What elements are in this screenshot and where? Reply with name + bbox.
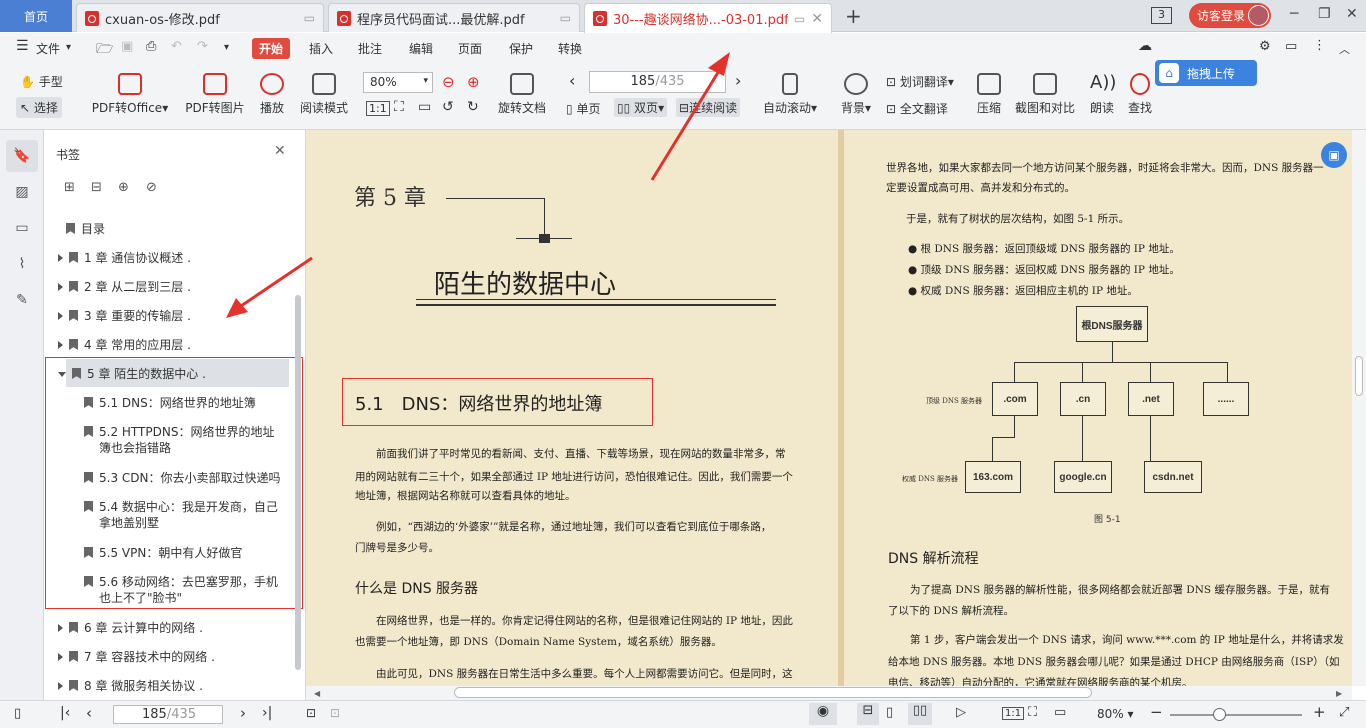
drag-upload-label: 拖拽上传	[1187, 66, 1236, 81]
play-icon[interactable]: ▷	[956, 705, 966, 720]
status-bar: ▯ |‹ ‹ 185/435 › ›| ⊡ ⊡ ◉ ⊟ ▯ ▯▯ ▷ 1:1 ⛶…	[0, 700, 1366, 728]
forward-icon[interactable]: ⊡	[330, 706, 340, 720]
first-page-icon[interactable]: |‹	[60, 705, 70, 721]
back-icon[interactable]: ⊡	[306, 706, 316, 720]
annotation-arrows	[226, 52, 730, 318]
fullscreen-icon[interactable]: ⤢	[1339, 705, 1349, 720]
single-view-icon[interactable]: ▯	[886, 705, 893, 720]
drag-upload-button[interactable]: ⌂ 拖拽上传	[1155, 60, 1257, 86]
annotation-arrow	[237, 256, 313, 310]
annotation-arrow	[650, 65, 724, 181]
total-pages: /435	[166, 707, 197, 722]
zoom-level[interactable]: 80% ▾	[1097, 707, 1134, 721]
arrowhead	[708, 52, 730, 76]
double-view-icon[interactable]: ▯▯	[908, 703, 932, 725]
vertical-scrollbar[interactable]	[1352, 130, 1366, 686]
last-page-icon[interactable]: ›|	[262, 705, 272, 721]
zoom-in-icon[interactable]: +	[1313, 703, 1326, 721]
arrowhead	[226, 298, 248, 318]
toggle-sidebar-icon[interactable]: ▯	[14, 706, 21, 721]
current-page: 185	[142, 707, 167, 722]
continuous-view-icon[interactable]: ⊟	[857, 703, 879, 725]
status-page-input[interactable]: 185/435	[113, 705, 223, 724]
zoom-value: 80%	[1097, 707, 1124, 721]
fit-page-icon[interactable]: ⛶	[1028, 705, 1037, 720]
horizontal-scrollbar[interactable]: ◀ ▶	[306, 686, 1352, 700]
next-page-icon[interactable]: ›	[240, 704, 246, 722]
zoom-slider-thumb[interactable]	[1213, 708, 1226, 721]
zoom-slider[interactable]	[1170, 714, 1302, 716]
eye-icon[interactable]: ◉	[809, 703, 837, 725]
upload-icon: ⌂	[1159, 63, 1179, 83]
scroll-thumb[interactable]	[454, 687, 1092, 698]
prev-page-icon[interactable]: ‹	[86, 704, 92, 722]
scroll-right-icon[interactable]: ▶	[1336, 689, 1342, 698]
scroll-left-icon[interactable]: ◀	[314, 689, 320, 698]
zoom-out-icon[interactable]: −	[1150, 703, 1163, 721]
fit-width-icon[interactable]: ▭	[1054, 705, 1066, 720]
scroll-thumb[interactable]	[1355, 356, 1363, 396]
actual-size-icon[interactable]: 1:1	[1002, 707, 1025, 720]
